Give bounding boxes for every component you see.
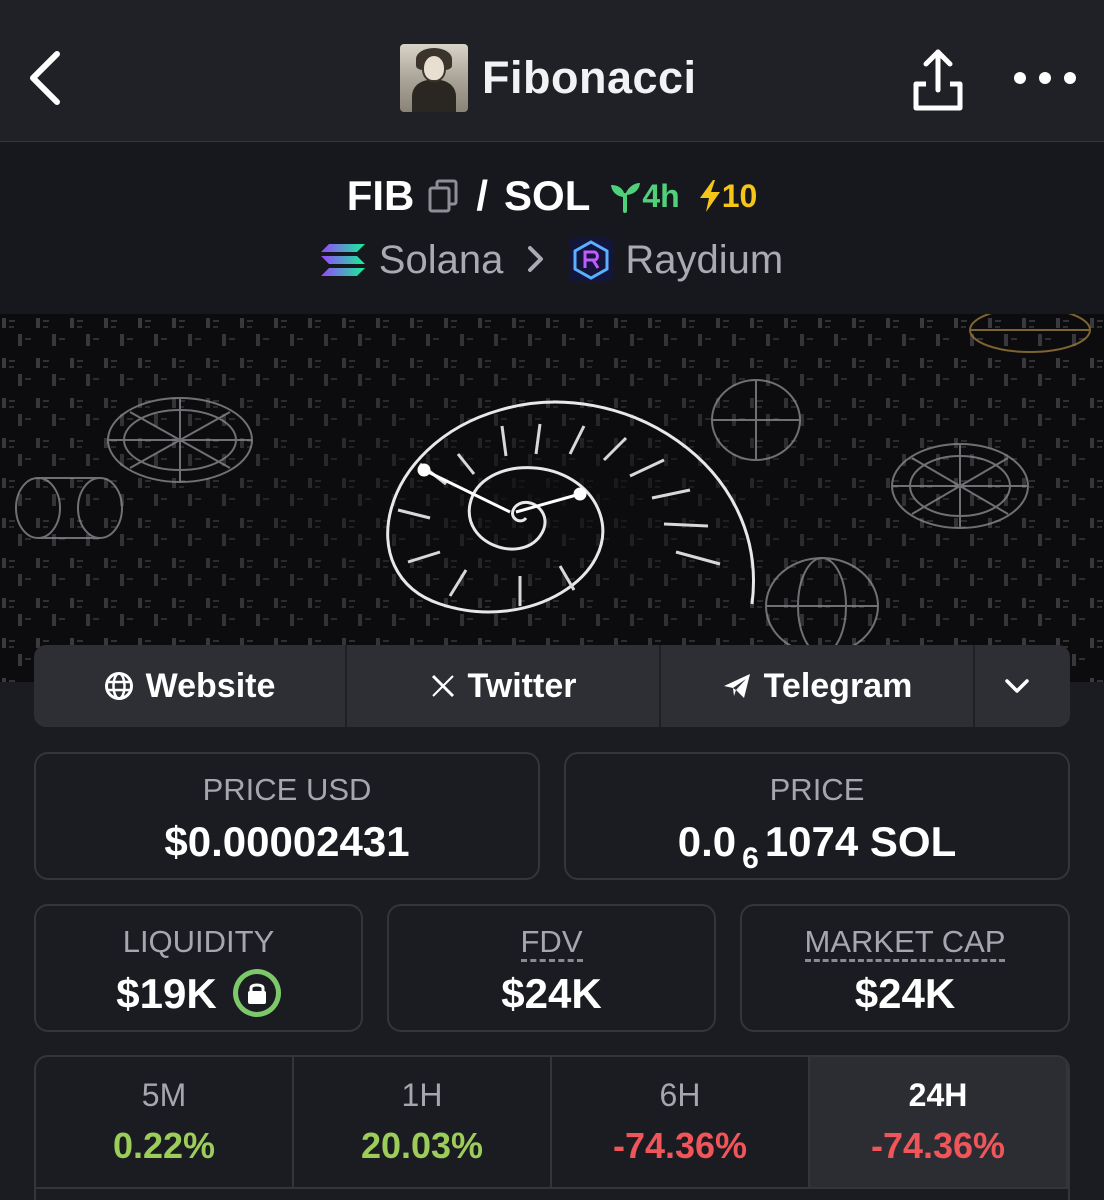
price-native-prefix: 0.0 [677,818,737,865]
lock-icon[interactable] [232,968,281,1017]
dex-name[interactable]: Raydium [625,238,783,283]
pair-age: 4h [642,177,680,214]
share-button[interactable] [908,44,968,114]
liquidity-value: $19K [116,970,217,1017]
share-icon [913,49,963,111]
more-options-button[interactable] [1014,56,1076,100]
boost-badge[interactable]: 10 [698,177,758,215]
tab-5m-label: 5M [141,1077,187,1113]
telegram-link-button[interactable]: Telegram [661,645,975,727]
tab-24h-change: -74.36% [870,1125,1006,1166]
fdv-label[interactable]: FDV [520,924,583,962]
tab-1h-change: 20.03% [360,1125,484,1166]
pair-row: FIB / SOL 4h 10 [0,170,1104,222]
price-native-card: PRICE 0.0 6 1074 SOL [564,752,1070,880]
x-icon [431,674,454,698]
seedling-icon [611,183,641,213]
website-label: Website [145,666,276,705]
price-native-value: 0.0 6 1074 SOL [566,818,1068,875]
tab-6h[interactable]: 6H -74.36% [552,1057,810,1189]
market-cap-label[interactable]: MARKET CAP [804,924,1006,962]
tab-6h-change: -74.36% [612,1125,748,1166]
tab-24h-label: 24H [908,1077,968,1113]
tab-6h-label: 6H [659,1077,701,1113]
website-link-button[interactable]: Website [34,645,347,727]
token-avatar [400,44,468,112]
twitter-link-button[interactable]: Twitter [347,645,661,727]
solana-icon [320,244,365,276]
back-button[interactable] [20,46,70,110]
back-arrow-icon [30,51,60,105]
tab-5m-change: 0.22% [112,1125,216,1166]
price-native-suffix: 1074 SOL [764,818,957,865]
more-dots-icon [1014,72,1026,84]
page-title: Fibonacci [482,52,697,103]
chevron-right-icon [527,238,545,283]
pair-age-badge: 4h [608,177,680,215]
liquidity-card: LIQUIDITY $19K [34,904,363,1032]
price-native-label: PRICE [769,772,865,807]
price-usd-value: $0.00002431 [164,818,410,865]
globe-icon [104,672,133,700]
pair-separator: / [476,172,489,219]
pair-header: FIB / SOL 4h 10 Solana Raydium [0,142,1104,314]
fdv-value: $24K [501,970,602,1017]
fibonacci-spiral-image [0,314,1104,682]
more-links-button[interactable] [975,645,1070,727]
tab-1h[interactable]: 1H 20.03% [294,1057,552,1189]
tab-24h[interactable]: 24H -74.36% [810,1057,1068,1189]
base-token-symbol: FIB [346,172,415,219]
price-native-zero-count: 6 [742,842,759,875]
top-bar: Fibonacci [0,0,1104,142]
chain-dex-row: Solana Raydium [0,234,1104,286]
copy-icon[interactable] [428,179,458,213]
lightning-icon [699,180,720,212]
tabs-divider [36,1187,1068,1189]
twitter-label: Twitter [467,666,577,705]
tab-1h-label: 1H [401,1077,443,1113]
price-change-tabs: 5M 0.22% 1H 20.03% 6H -74.36% 24H -74.36… [34,1055,1070,1200]
liquidity-value-row: $19K [36,968,361,1021]
raydium-icon [569,238,614,282]
market-cap-card: MARKET CAP $24K [740,904,1070,1032]
tab-5m[interactable]: 5M 0.22% [36,1057,294,1189]
chevron-down-icon [1004,679,1029,693]
quote-token-symbol: SOL [504,172,591,219]
telegram-label: Telegram [763,666,913,705]
token-title: Fibonacci [400,44,697,112]
token-banner-image [0,314,1104,682]
liquidity-label: LIQUIDITY [122,924,275,959]
chain-name[interactable]: Solana [379,238,504,283]
telegram-icon [723,674,750,698]
price-usd-card: PRICE USD $0.00002431 [34,752,540,880]
market-cap-value: $24K [854,970,956,1017]
price-usd-label: PRICE USD [202,772,372,807]
fdv-card: FDV $24K [387,904,716,1032]
social-links-bar: Website Twitter Telegram [34,645,1070,727]
boost-count: 10 [721,177,758,214]
